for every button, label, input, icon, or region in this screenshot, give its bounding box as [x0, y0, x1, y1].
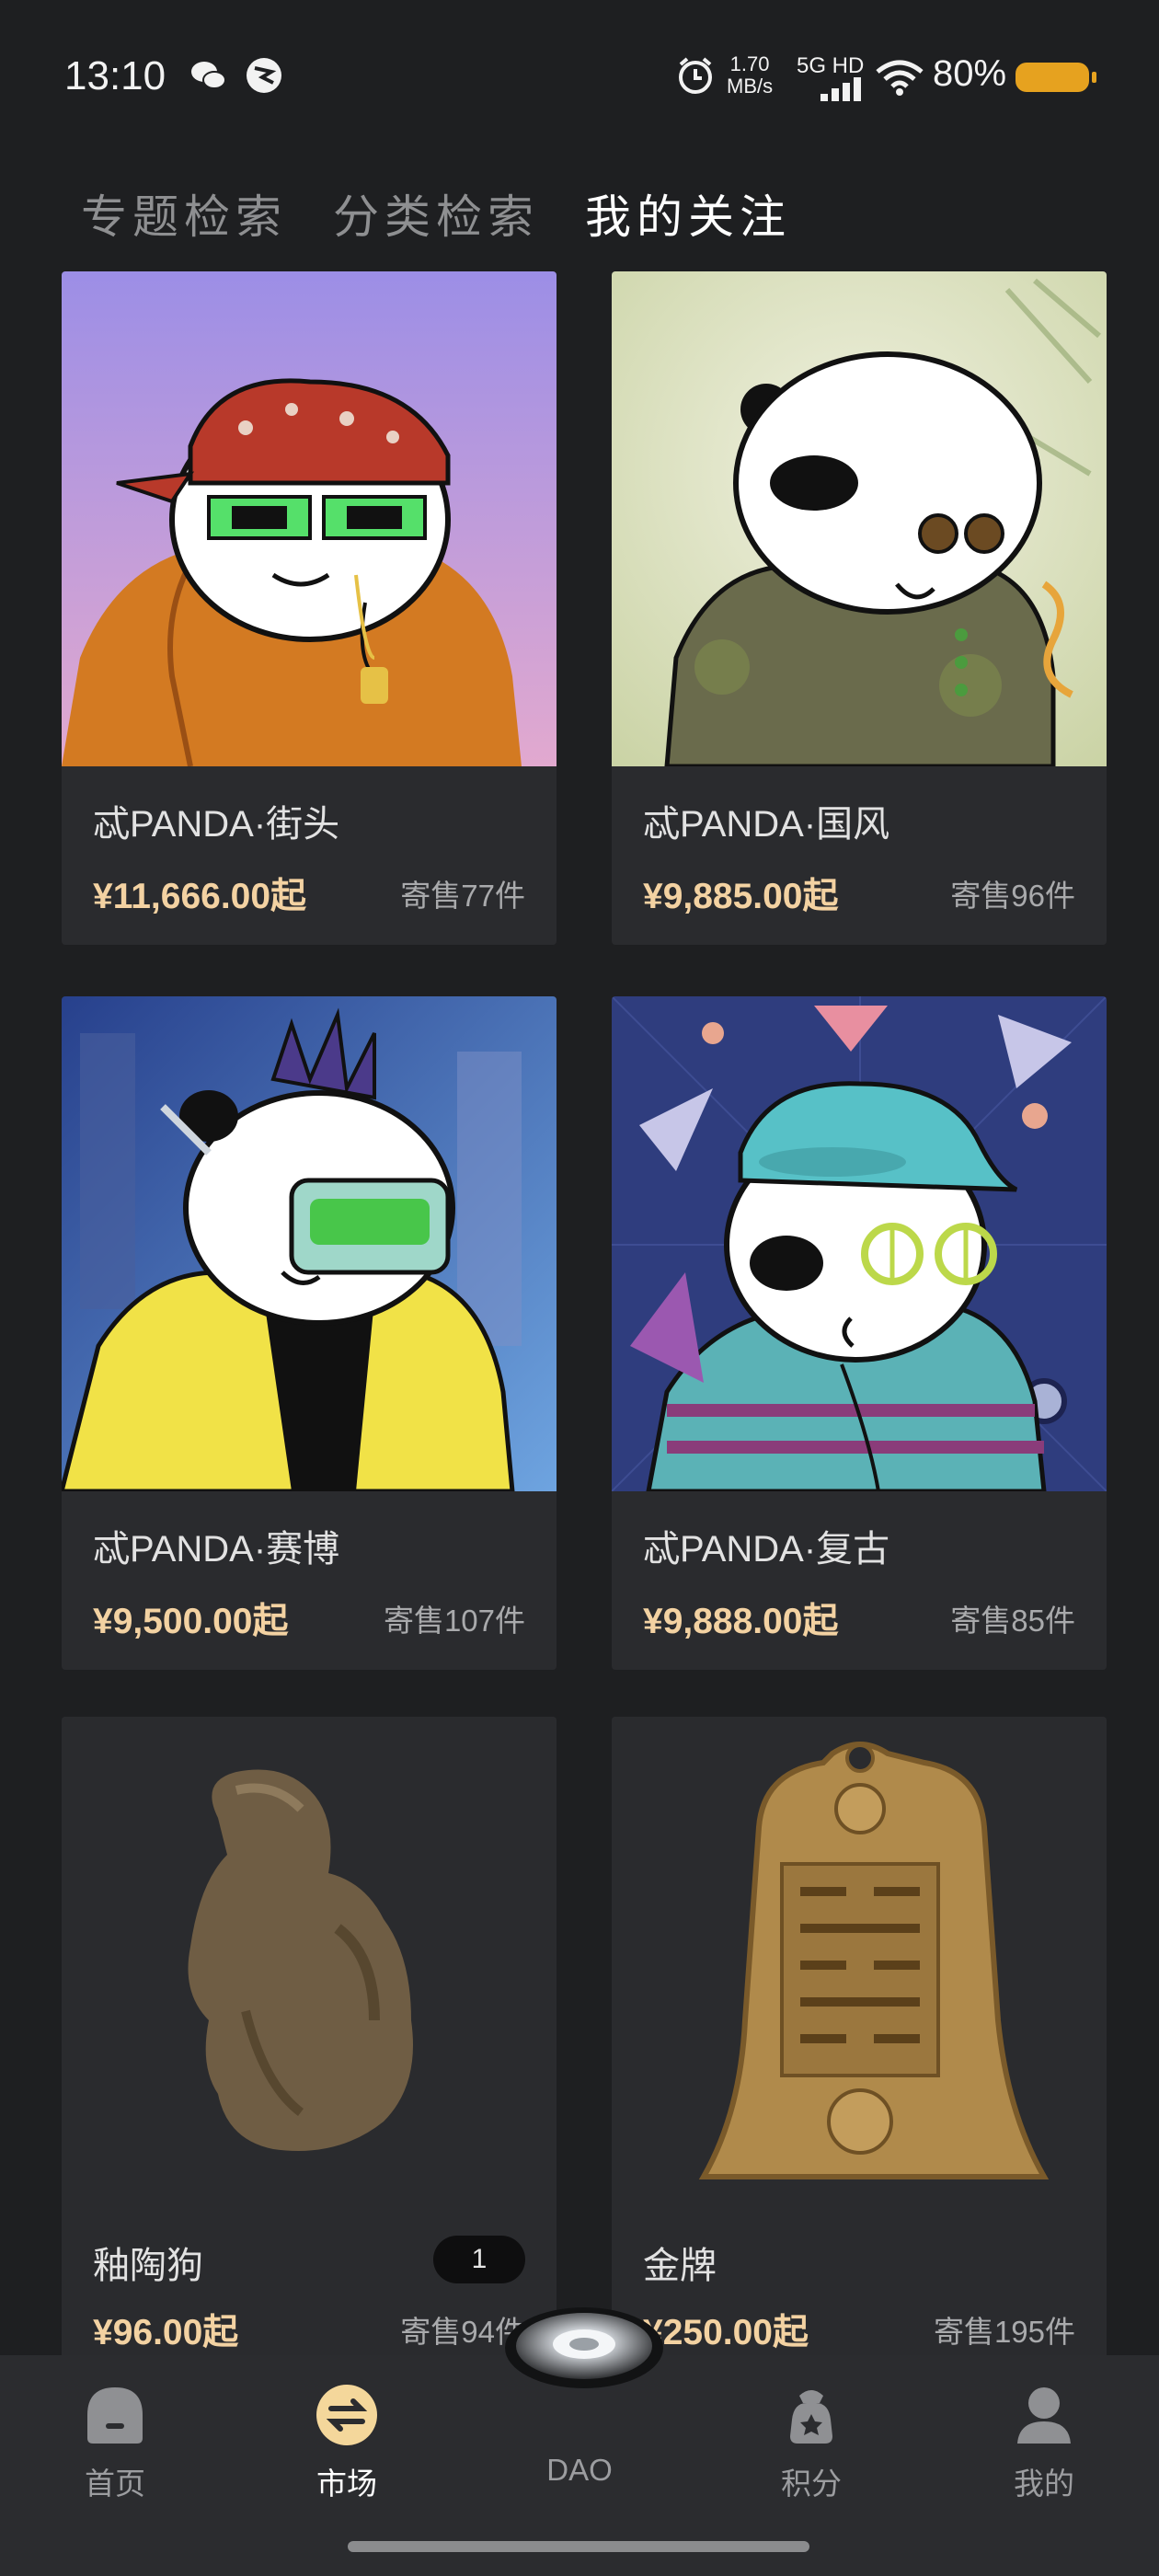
- card-stock: 寄售85件: [950, 1604, 1075, 1638]
- nav-profile-label: 我的: [1014, 2467, 1074, 2501]
- card-price: ¥96.00起: [93, 2313, 239, 2352]
- card-price: ¥9,885.00起: [643, 877, 839, 916]
- points-bag-icon: [790, 2390, 832, 2444]
- card-title: 忒PANDA·赛博: [93, 1529, 340, 1570]
- wechat-icon: [191, 62, 226, 89]
- panda-street-image: [62, 271, 557, 766]
- nav-points-label: 积分: [781, 2467, 842, 2501]
- card-price: ¥11,666.00起: [93, 877, 307, 916]
- home-icon: [87, 2387, 143, 2444]
- panda-cyber-image: [62, 996, 557, 1491]
- app-notification-icon: [247, 58, 281, 93]
- nav-home-label: 首页: [85, 2467, 145, 2501]
- dao-icon[interactable]: [501, 2300, 667, 2396]
- card-title: 忒PANDA·复古: [643, 1529, 890, 1570]
- network-speed: 1.70 MB/s: [727, 53, 773, 98]
- tab-category-search[interactable]: 分类检索: [333, 180, 539, 247]
- nav-home[interactable]: 首页: [41, 2383, 189, 2503]
- signal-icon: [820, 77, 861, 101]
- card-title: 忒PANDA·街头: [93, 804, 340, 845]
- search-tabs: 专题检索 分类检索 我的关注: [81, 180, 791, 247]
- network-type: 5G HD: [797, 53, 865, 78]
- collection-card[interactable]: 忒PANDA·街头 ¥11,666.00起 寄售77件: [62, 271, 557, 945]
- card-title: 忒PANDA·国风: [643, 804, 890, 845]
- card-price: ¥9,500.00起: [93, 1602, 289, 1641]
- card-stock: 寄售195件: [933, 2315, 1075, 2349]
- tab-topic-search[interactable]: 专题检索: [81, 180, 287, 247]
- status-bar: 13:10 1.70 MB/s 5G HD 80%: [0, 0, 1159, 156]
- battery-percent: 80%: [933, 53, 1007, 94]
- wifi-icon: [876, 60, 924, 96]
- network-speed-value: 1.70: [729, 52, 770, 75]
- card-stock: 寄售77件: [400, 879, 525, 913]
- count-badge: 1: [433, 2236, 525, 2283]
- card-price: ¥250.00起: [643, 2313, 809, 2352]
- bottom-nav: 首页 市场 DAO 积分 我的: [0, 2383, 1159, 2521]
- collection-card[interactable]: 忒PANDA·国风 ¥9,885.00起 寄售96件: [612, 271, 1107, 945]
- pottery-dog-image: [62, 1717, 557, 2212]
- gold-tablet-image: [612, 1717, 1107, 2212]
- home-indicator[interactable]: [348, 2541, 809, 2552]
- network-speed-unit: MB/s: [727, 75, 774, 98]
- nav-market-label: 市场: [316, 2467, 377, 2501]
- market-swap-icon: [316, 2385, 377, 2445]
- alarm-icon: [679, 57, 712, 94]
- card-title: 釉陶狗: [93, 2246, 203, 2286]
- battery-icon: [1016, 63, 1096, 92]
- collection-card[interactable]: 金牌 ¥250.00起 寄售195件: [612, 1717, 1107, 2379]
- card-title: 金牌: [643, 2246, 717, 2286]
- card-stock: 寄售107件: [383, 1604, 525, 1638]
- profile-icon: [1017, 2387, 1071, 2444]
- card-stock: 寄售96件: [950, 879, 1075, 913]
- collection-card[interactable]: 忒PANDA·赛博 ¥9,500.00起 寄售107件: [62, 996, 557, 1670]
- nav-dao[interactable]: DAO: [506, 2453, 653, 2488]
- panda-retro-image: [612, 996, 1107, 1491]
- nav-dao-label: DAO: [546, 2453, 613, 2487]
- collection-card[interactable]: 忒PANDA·复古 ¥9,888.00起 寄售85件: [612, 996, 1107, 1670]
- card-price: ¥9,888.00起: [643, 1602, 839, 1641]
- nav-market[interactable]: 市场: [273, 2383, 420, 2503]
- tab-my-follows[interactable]: 我的关注: [585, 180, 791, 247]
- collection-card[interactable]: 釉陶狗 1 ¥96.00起 寄售94件: [62, 1717, 557, 2379]
- status-time: 13:10: [64, 53, 166, 98]
- panda-guofeng-image: [612, 271, 1107, 766]
- nav-points[interactable]: 积分: [738, 2383, 885, 2503]
- nav-profile[interactable]: 我的: [970, 2383, 1118, 2503]
